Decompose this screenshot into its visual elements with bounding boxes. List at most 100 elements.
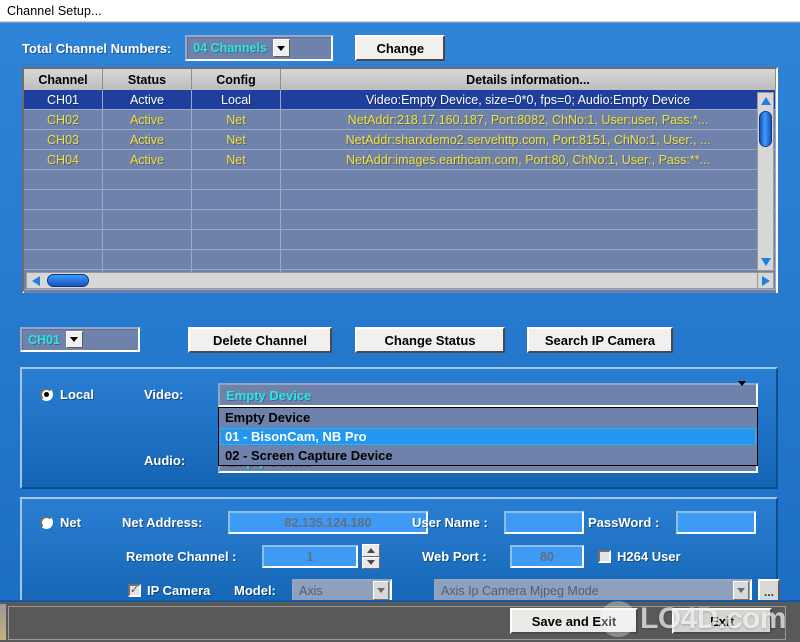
horizontal-scroll-thumb[interactable] <box>47 274 89 287</box>
radio-unselected-icon[interactable] <box>40 516 53 529</box>
h264-user-checkbox[interactable]: H264 User <box>598 549 681 564</box>
remote-channel-stepper[interactable] <box>362 544 380 569</box>
title-bar: Channel Setup... <box>0 0 800 22</box>
cell-empty <box>281 250 776 269</box>
chevron-down-icon[interactable] <box>272 39 290 57</box>
cell-empty <box>24 210 103 229</box>
cell-channel: CH04 <box>24 150 103 169</box>
model-dropdown[interactable]: Axis <box>292 579 392 602</box>
checkbox-unchecked-icon[interactable] <box>598 550 611 563</box>
chevron-down-icon[interactable] <box>373 581 389 600</box>
cell-details: NetAddr:images.earthcam.com, Port:80, Ch… <box>281 150 776 169</box>
table-row[interactable]: CH03 Active Net NetAddr:sharxdemo2.servehtt… <box>24 130 776 150</box>
table-row-empty[interactable] <box>24 250 776 270</box>
cell-empty <box>103 230 192 249</box>
save-and-exit-button[interactable]: Save and Exit <box>510 608 638 634</box>
scroll-down-icon[interactable] <box>758 254 773 270</box>
net-address-input[interactable]: 82.135.124.180 <box>228 511 428 534</box>
dropdown-option[interactable]: Empty Device <box>219 408 757 427</box>
user-name-label: User Name : <box>412 515 488 530</box>
user-name-input[interactable] <box>504 511 584 534</box>
edge-artifact <box>0 604 6 640</box>
camera-mode-dropdown[interactable]: Axis Ip Camera Mjpeg Mode <box>434 579 752 602</box>
audio-label: Audio: <box>144 453 186 468</box>
change-button[interactable]: Change <box>355 35 446 61</box>
cell-empty <box>103 170 192 189</box>
cell-empty <box>103 210 192 229</box>
cell-status: Active <box>103 110 192 129</box>
table-body: CH01 Active Local Video:Empty Device, size=… <box>24 90 776 293</box>
cell-channel: CH03 <box>24 130 103 149</box>
table-vertical-scrollbar[interactable] <box>757 92 774 271</box>
exit-button[interactable]: Exit <box>672 608 772 634</box>
video-device-dropdown[interactable]: Empty Device <box>218 381 758 407</box>
ip-camera-checkbox[interactable]: ✓ IP Camera <box>128 583 210 598</box>
chevron-down-icon[interactable] <box>65 331 83 348</box>
dropdown-option[interactable]: 02 - Screen Capture Device <box>219 446 757 465</box>
cell-status: Active <box>103 150 192 169</box>
total-channels-value: 04 Channels <box>193 41 267 55</box>
cell-empty <box>24 250 103 269</box>
cell-details: NetAddr:218.17.160.187, Port:8082, ChNo:… <box>281 110 776 129</box>
scroll-right-icon[interactable] <box>757 273 774 288</box>
column-header-status: Status <box>103 69 192 90</box>
table-row-empty[interactable] <box>24 190 776 210</box>
table-row[interactable]: CH02 Active Net NetAddr:218.17.160.187, Por… <box>24 110 776 130</box>
browse-button[interactable]: ... <box>758 579 780 602</box>
column-header-details: Details information... <box>281 69 776 90</box>
dropdown-option[interactable]: 01 - BisonCam, NB Pro <box>219 427 757 446</box>
cell-empty <box>192 190 281 209</box>
scrollbar-corner[interactable] <box>757 272 774 289</box>
total-channels-label: Total Channel Numbers: <box>22 40 172 56</box>
cell-empty <box>192 210 281 229</box>
delete-channel-button[interactable]: Delete Channel <box>188 327 332 353</box>
bottom-bar-inner <box>8 606 786 640</box>
web-port-input[interactable]: 80 <box>510 545 584 568</box>
cell-empty <box>103 190 192 209</box>
model-value: Axis <box>299 583 323 598</box>
radio-selected-icon[interactable] <box>40 388 53 401</box>
vertical-scroll-thumb[interactable] <box>759 111 772 147</box>
video-device-option-list[interactable]: Empty Device 01 - BisonCam, NB Pro 02 - Sc… <box>218 407 758 466</box>
cell-config: Local <box>192 90 281 109</box>
cell-empty <box>24 230 103 249</box>
column-header-channel: Channel <box>24 69 103 90</box>
table-horizontal-scrollbar[interactable] <box>26 272 759 289</box>
stepper-down-icon[interactable] <box>362 556 380 569</box>
net-radio-label: Net <box>60 515 81 530</box>
search-ip-camera-button[interactable]: Search IP Camera <box>527 327 673 353</box>
chevron-down-icon[interactable] <box>733 581 749 600</box>
dialog-body: Total Channel Numbers: 04 Channels Chang… <box>0 22 800 611</box>
scroll-up-icon[interactable] <box>758 93 773 109</box>
cell-empty <box>24 170 103 189</box>
h264-user-label: H264 User <box>617 549 681 564</box>
password-input[interactable] <box>676 511 756 534</box>
table-row-empty[interactable] <box>24 230 776 250</box>
cell-channel: CH01 <box>24 90 103 109</box>
web-port-label: Web Port : <box>422 549 487 564</box>
cell-empty <box>103 250 192 269</box>
cell-empty <box>24 190 103 209</box>
total-channels-dropdown[interactable]: 04 Channels <box>185 35 334 61</box>
local-radio[interactable]: Local <box>40 387 94 402</box>
channel-select-dropdown[interactable]: CH01 <box>20 327 140 352</box>
change-status-button[interactable]: Change Status <box>355 327 505 353</box>
local-radio-label: Local <box>60 387 94 402</box>
channel-table: Channel Status Config Details informatio… <box>22 67 778 293</box>
scroll-left-icon[interactable] <box>27 273 44 288</box>
chevron-down-icon[interactable] <box>738 381 756 404</box>
cell-empty <box>192 170 281 189</box>
total-channels-row: Total Channel Numbers: 04 Channels Chang… <box>22 35 446 61</box>
checkbox-checked-icon[interactable]: ✓ <box>128 584 141 597</box>
cell-config: Net <box>192 130 281 149</box>
net-radio[interactable]: Net <box>40 515 81 530</box>
table-row-empty[interactable] <box>24 170 776 190</box>
stepper-up-icon[interactable] <box>362 544 380 557</box>
password-label: PassWord : <box>588 515 660 530</box>
table-row[interactable]: CH04 Active Net NetAddr:images.earthcam.com… <box>24 150 776 170</box>
table-row-empty[interactable] <box>24 210 776 230</box>
cell-details: Video:Empty Device, size=0*0, fps=0; Aud… <box>281 90 776 109</box>
local-source-panel: Local Video: Empty Device Audio: Empty D… <box>20 367 778 489</box>
table-row[interactable]: CH01 Active Local Video:Empty Device, size=… <box>24 90 776 110</box>
remote-channel-input[interactable]: 1 <box>262 545 358 568</box>
